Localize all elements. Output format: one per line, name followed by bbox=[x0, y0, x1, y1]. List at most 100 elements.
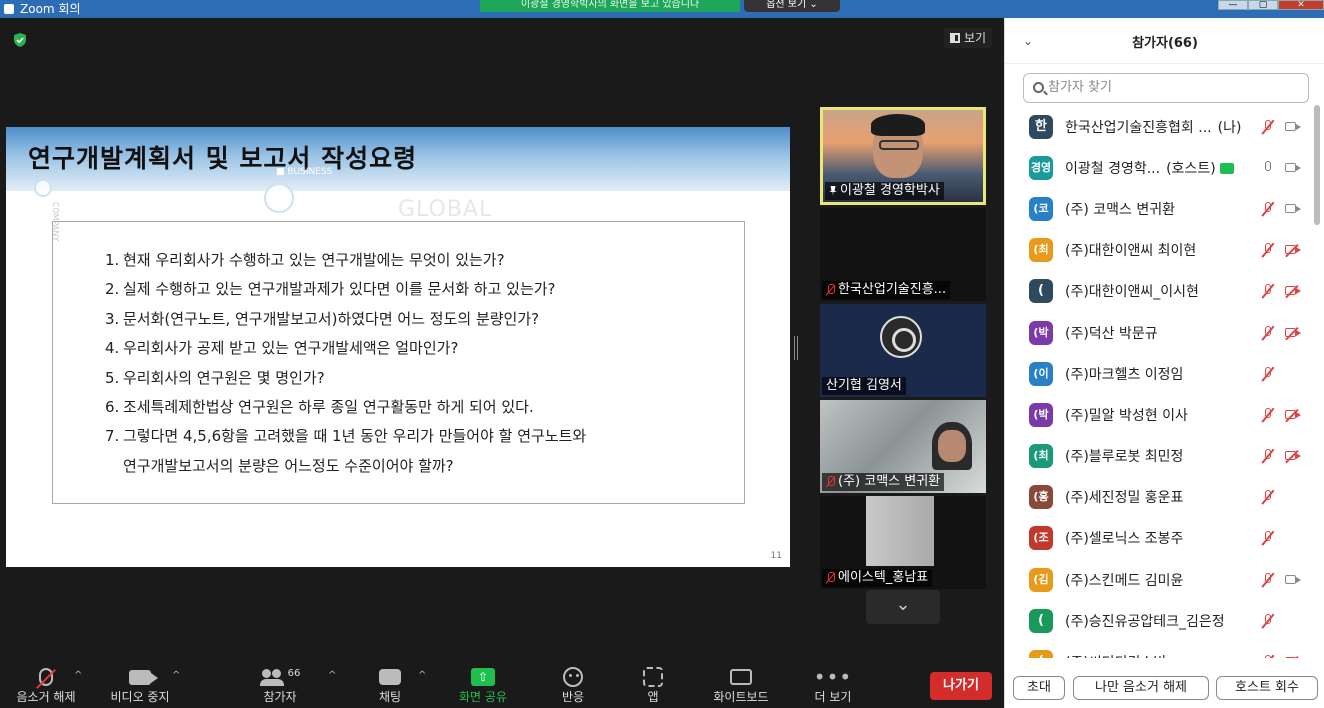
mic-muted-icon[interactable] bbox=[1261, 448, 1275, 464]
leave-button[interactable]: 나가기 bbox=[930, 672, 992, 700]
mic-muted-icon[interactable] bbox=[1261, 366, 1275, 382]
close-button[interactable]: ✕ bbox=[1278, 0, 1324, 10]
video-off-icon[interactable] bbox=[1285, 655, 1301, 658]
participant-row[interactable]: (홍 (주)세진정밀 홍운표 bbox=[1005, 477, 1315, 518]
slide-deco-business: ■ BUSINESS bbox=[276, 167, 333, 177]
video-camera-icon bbox=[129, 669, 158, 685]
window-title: Zoom 회의 bbox=[20, 2, 81, 16]
reactions-button[interactable]: 반응 bbox=[554, 664, 592, 708]
video-off-icon[interactable] bbox=[1285, 244, 1301, 258]
participants-options-caret[interactable]: ^ bbox=[328, 670, 336, 681]
participant-row[interactable]: 경영 이광철 경영학... (호스트) bbox=[1005, 147, 1315, 188]
apps-icon bbox=[643, 667, 663, 687]
participant-row[interactable]: 한 한국산업기술진흥협회 ... (나) bbox=[1005, 106, 1315, 147]
video-tile[interactable]: 에이스텍_홍남표 bbox=[820, 496, 986, 589]
mic-muted-icon[interactable] bbox=[1261, 613, 1275, 629]
meeting-toolbar: 음소거 해제 ^ 비디오 중지 ^ 66 참가자 ^ 채팅 ^ ⇧ 화면 공유 … bbox=[0, 662, 1004, 708]
chat-button[interactable]: 채팅 bbox=[370, 664, 410, 708]
video-options-caret[interactable]: ^ bbox=[172, 670, 180, 681]
whiteboard-button[interactable]: 화이트보드 bbox=[706, 664, 776, 708]
participant-row[interactable]: (박 (주)밀알 박성현 이사 bbox=[1005, 394, 1315, 435]
apps-button[interactable]: 앱 bbox=[638, 664, 668, 708]
video-tile-label: (주) 코맥스 변귀환 bbox=[822, 473, 945, 491]
reclaim-host-button[interactable]: 호스트 회수 bbox=[1216, 676, 1318, 700]
participant-name: (주)셀로닉스 조봉주 bbox=[1065, 531, 1184, 548]
slide-deco-global: GLOBAL bbox=[398, 197, 493, 222]
mic-muted-icon[interactable] bbox=[1261, 407, 1275, 423]
participant-row[interactable]: ((주)대한이앤씨_이시현 bbox=[1005, 271, 1315, 312]
mic-muted-icon[interactable] bbox=[1261, 283, 1275, 299]
participant-search-input[interactable]: 참가자 찾기 bbox=[1023, 73, 1309, 103]
participant-list-scrollbar[interactable] bbox=[1314, 105, 1320, 225]
participant-row[interactable]: (이 (주)마크헬츠 이정임 bbox=[1005, 353, 1315, 394]
video-tile[interactable]: 한국산업기술진흥... bbox=[820, 208, 986, 301]
video-camera-icon[interactable] bbox=[1285, 574, 1301, 586]
video-tile[interactable]: 산기협 김영서 bbox=[820, 304, 986, 397]
video-off-icon[interactable] bbox=[1285, 285, 1301, 299]
unmute-myself-button[interactable]: 나만 음소거 해제 bbox=[1073, 676, 1209, 700]
unmute-button[interactable]: 음소거 해제 bbox=[10, 664, 82, 708]
video-camera-icon[interactable] bbox=[1285, 162, 1301, 174]
mic-muted-icon[interactable] bbox=[1261, 530, 1275, 546]
participant-row[interactable]: (박 (주)덕산 박문규 bbox=[1005, 312, 1315, 353]
avatar: (박 bbox=[1029, 320, 1053, 345]
participant-row[interactable]: (최 (주)대한이앤씨 최이현 bbox=[1005, 230, 1315, 271]
share-banner: 이광철 경영학박사의 화면을 보고 있습니다 bbox=[480, 0, 740, 12]
video-camera-icon[interactable] bbox=[1285, 203, 1301, 215]
audio-options-caret[interactable]: ^ bbox=[74, 670, 82, 681]
search-placeholder: 참가자 찾기 bbox=[1048, 80, 1112, 95]
share-screen-button[interactable]: ⇧ 화면 공유 bbox=[454, 664, 512, 708]
avatar: (최 bbox=[1029, 238, 1053, 263]
list-item: 2. 실제 수행하고 있는 연구개발과제가 있다면 이를 문서화 하고 있는가? bbox=[105, 280, 556, 299]
maximize-button[interactable]: ▢ bbox=[1248, 0, 1278, 10]
panel-splitter-handle[interactable] bbox=[794, 336, 798, 360]
mic-muted-icon[interactable] bbox=[1261, 119, 1275, 135]
video-off-icon[interactable] bbox=[1285, 326, 1301, 340]
mic-muted-icon[interactable] bbox=[1261, 242, 1275, 258]
slide-page-number: 11 bbox=[770, 551, 782, 561]
video-tile-label: 산기협 김영서 bbox=[822, 377, 906, 395]
scroll-down-button[interactable]: ⌄ bbox=[866, 590, 940, 624]
more-button[interactable]: ••• 더 보기 bbox=[808, 664, 858, 708]
mic-icon[interactable] bbox=[1261, 160, 1275, 176]
mic-muted-icon[interactable] bbox=[1261, 325, 1275, 341]
mic-muted-icon[interactable] bbox=[1261, 489, 1275, 505]
participant-row[interactable]: ((주)씨디디김소빈 bbox=[1005, 641, 1315, 658]
list-item: 3. 문서화(연구노트, 연구개발보고서)하였다면 어느 정도의 분량인가? bbox=[105, 309, 540, 328]
view-button[interactable]: 보기 bbox=[944, 28, 993, 48]
mic-muted-icon[interactable] bbox=[1261, 201, 1275, 217]
video-camera-icon[interactable] bbox=[1285, 121, 1301, 133]
avatar: (박 bbox=[1029, 402, 1053, 427]
participant-name: (주)밀알 박성현 이사 bbox=[1065, 407, 1188, 424]
minimize-button[interactable]: — bbox=[1218, 0, 1248, 10]
invite-button[interactable]: 초대 bbox=[1013, 676, 1065, 700]
video-tile-label: 한국산업기술진흥... bbox=[822, 281, 951, 299]
video-tile[interactable]: (주) 코맥스 변귀환 bbox=[820, 400, 986, 493]
video-tile-speaker[interactable]: 이광철 경영학박사 bbox=[820, 107, 986, 205]
mic-muted-icon bbox=[39, 668, 53, 686]
list-item: 1. 현재 우리회사가 수행하고 있는 연구개발에는 무엇이 있는가? bbox=[105, 251, 505, 269]
participant-row[interactable]: (조 (주)셀로닉스 조봉주 bbox=[1005, 518, 1315, 559]
mic-muted-icon[interactable] bbox=[1261, 654, 1275, 658]
participant-name: 한국산업기술진흥협회 ... (나) bbox=[1065, 119, 1242, 136]
chat-options-caret[interactable]: ^ bbox=[418, 670, 426, 681]
participant-name: (주)대한이앤씨_이시현 bbox=[1065, 284, 1199, 301]
avatar: (최 bbox=[1029, 444, 1053, 469]
participant-name: (주)마크헬츠 이정임 bbox=[1065, 366, 1184, 383]
avatar: (이 bbox=[1029, 361, 1053, 386]
video-off-icon[interactable] bbox=[1285, 450, 1301, 464]
participant-row[interactable]: (김 (주)스킨메드 김미윤 bbox=[1005, 559, 1315, 600]
mic-muted-icon[interactable] bbox=[1261, 572, 1275, 588]
participants-button[interactable]: 66 참가자 bbox=[252, 664, 308, 708]
participant-row[interactable]: ((주)승진유공압테크_김은정 bbox=[1005, 600, 1315, 641]
participant-row[interactable]: (최 (주)블루로봇 최민정 bbox=[1005, 436, 1315, 477]
stop-video-button[interactable]: 비디오 중지 bbox=[104, 664, 176, 708]
view-layout-icon bbox=[950, 33, 960, 43]
video-tile-label: 에이스텍_홍남표 bbox=[822, 569, 933, 587]
participant-name: 이광철 경영학... (호스트) bbox=[1065, 158, 1234, 178]
participant-row[interactable]: (코 (주) 코맥스 변귀환 bbox=[1005, 188, 1315, 229]
video-tile-label: 이광철 경영학박사 bbox=[825, 182, 944, 200]
view-options-button[interactable]: 옵션 보기 ⌄ bbox=[744, 0, 840, 12]
video-off-icon[interactable] bbox=[1285, 408, 1301, 422]
shield-icon[interactable] bbox=[12, 32, 28, 48]
